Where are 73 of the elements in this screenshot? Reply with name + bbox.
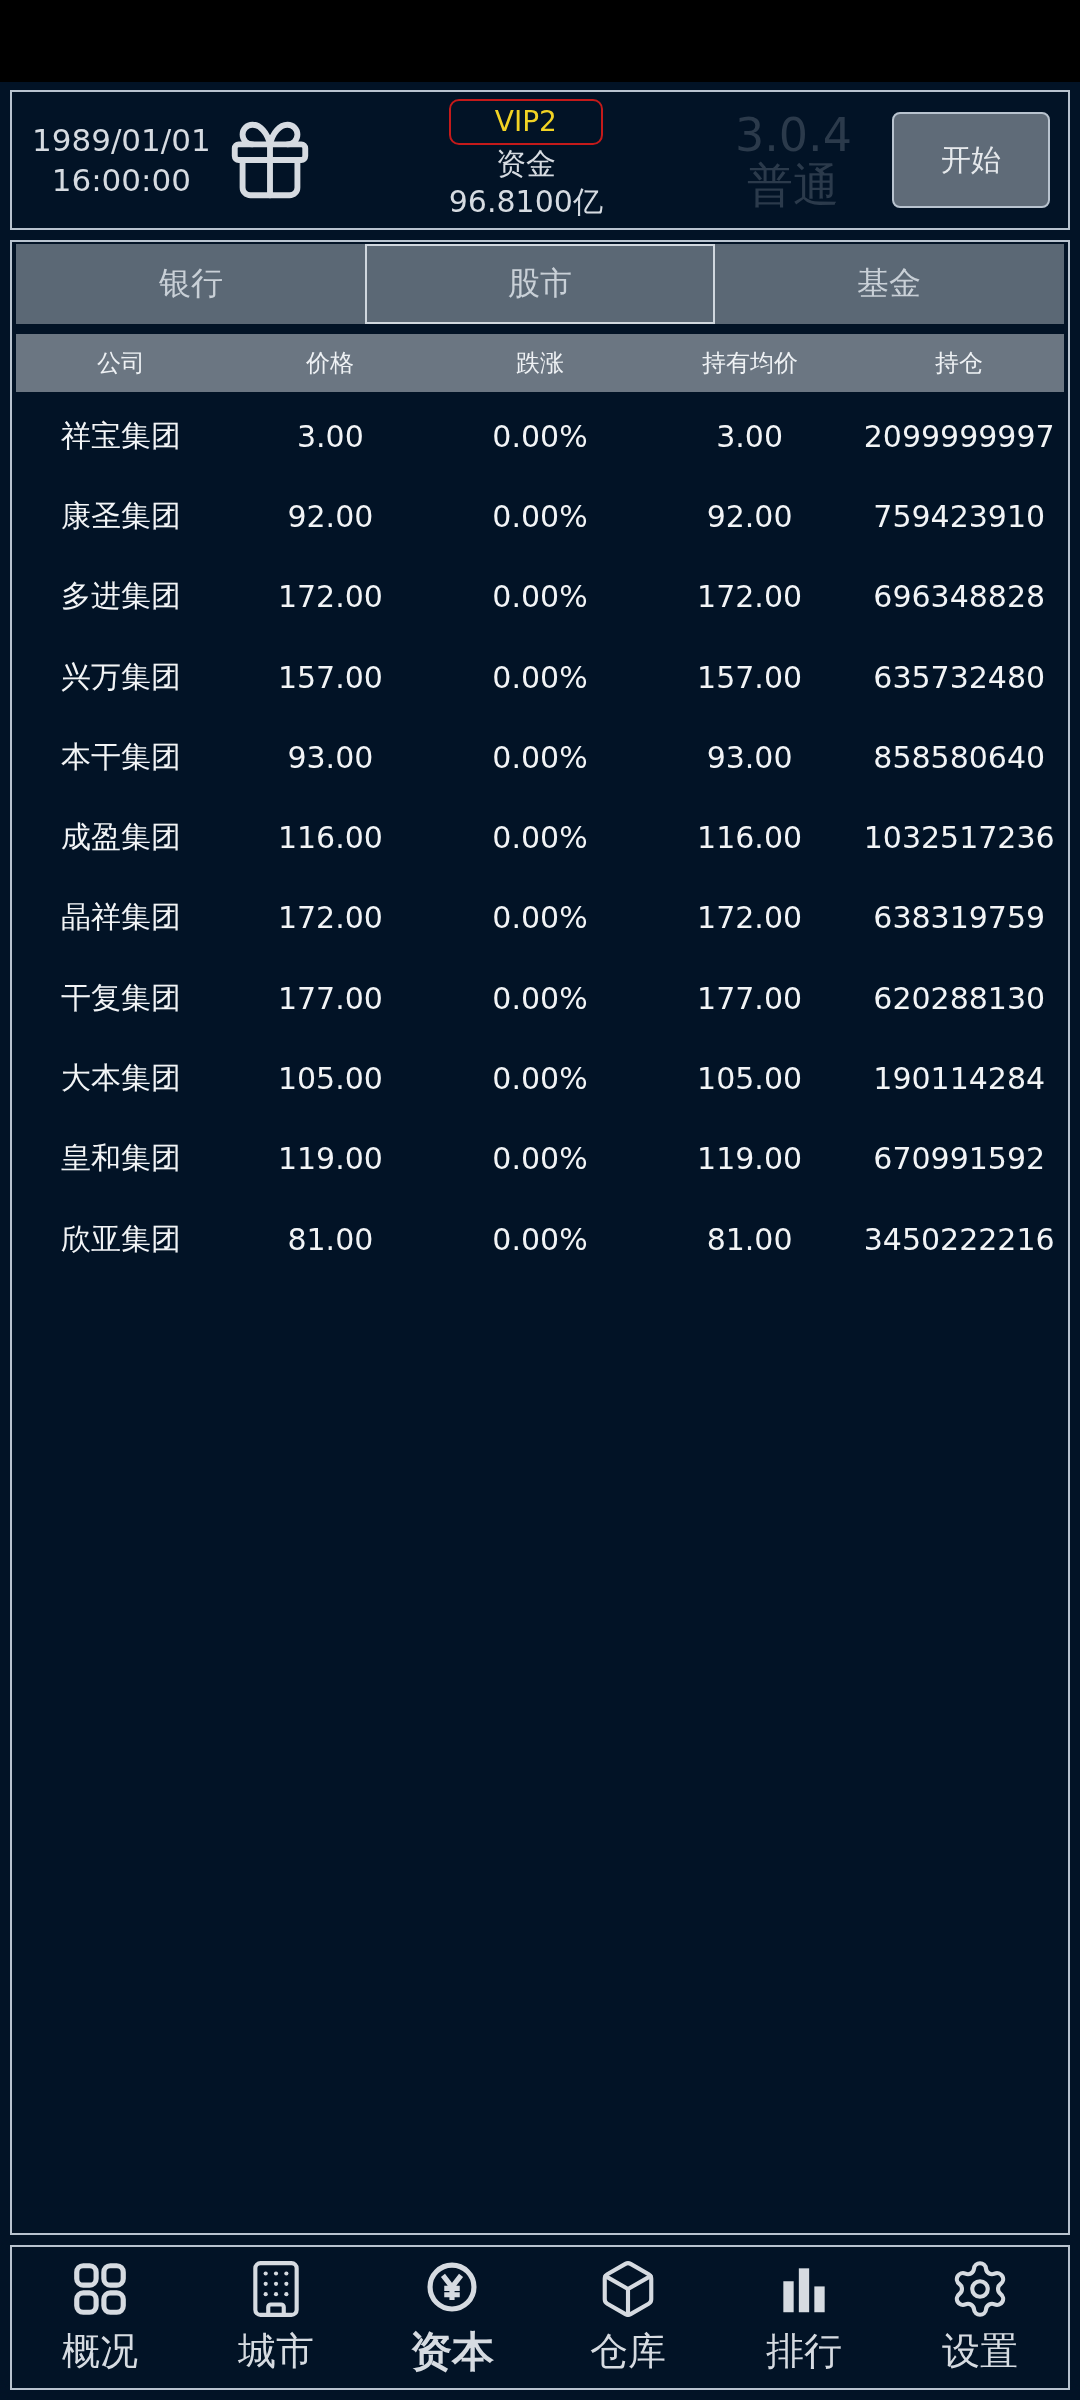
table-cell-text: 0.00% [491, 1141, 589, 1177]
column-header: 价格 [305, 348, 356, 379]
table-cell-text: 116.00 [696, 820, 804, 856]
table-cell-text: 119.00 [696, 1141, 804, 1177]
nav-item[interactable]: 资本 [364, 2247, 540, 2388]
column-header: 持仓 [934, 348, 985, 379]
table-cell-text: 177.00 [276, 980, 384, 1016]
table-cell-text: 858580640 [872, 739, 1047, 775]
table-cell-text: 190114284 [872, 1061, 1047, 1096]
table-cell-text: 本干集团 [59, 737, 182, 776]
table-cell-text: 172.00 [276, 900, 384, 936]
table-cell-text: 0.00% [491, 1221, 589, 1257]
table-cell-text: 638319759 [872, 900, 1047, 936]
table-cell-text: 93.00 [705, 739, 794, 775]
table-cell-text: 172.00 [696, 900, 804, 936]
table-cell-text: 0.00% [491, 900, 589, 936]
table-cell-text: 172.00 [276, 579, 384, 615]
table-cell-text: 祥宝集团 [59, 416, 182, 455]
table-cell-text: 2099999997 [862, 418, 1056, 454]
table-cell-text: 620288130 [872, 980, 1047, 1016]
table-cell-text: 92.00 [286, 498, 375, 534]
start-button[interactable]: 开始 [892, 112, 1050, 208]
vip-badge: VIP2 [448, 99, 603, 145]
table-cell-text: 0.00% [491, 739, 589, 775]
table-cell-text: 3.00 [296, 418, 365, 454]
table-cell-text: 3.00 [715, 418, 784, 454]
column-header: 跌涨 [515, 348, 565, 379]
table-cell-text: 81.00 [286, 1221, 375, 1257]
table-cell-text: 0.00% [491, 820, 589, 856]
table-cell-text: 晶祥集团 [59, 898, 182, 937]
table-cell-text: 172.00 [696, 579, 804, 615]
table-cell-text: 759423910 [872, 498, 1047, 534]
table-cell-text: 157.00 [696, 659, 804, 695]
funds-value: 96.8100亿 [448, 183, 603, 221]
table-cell-text: 欣亚集团 [59, 1219, 182, 1258]
table-cell-text: 康圣集团 [59, 496, 182, 535]
table-cell-text: 0.00% [491, 1061, 589, 1096]
game-time: 16:00:00 [51, 161, 191, 200]
table-cell-text: 696348828 [872, 579, 1047, 615]
table-cell-text: 105.00 [276, 1061, 384, 1096]
column-header: 公司 [95, 348, 146, 379]
table-cell-text: 92.00 [705, 498, 794, 534]
table-cell-text: 大本集团 [59, 1059, 182, 1097]
table-cell-text: 皇和集团 [59, 1139, 182, 1178]
table-cell-text: 多进集团 [59, 577, 182, 616]
nav-item[interactable]: 排行 [716, 2247, 892, 2388]
game-date: 1989/01/01 [32, 121, 211, 160]
table-cell-text: 635732480 [872, 659, 1047, 695]
table-cell-text: 105.00 [696, 1061, 804, 1096]
nav-item[interactable]: 仓库 [540, 2247, 716, 2388]
table-cell-text: 116.00 [276, 820, 384, 856]
table-cell-text: 成盈集团 [59, 818, 182, 857]
table-cell-text: 干复集团 [59, 978, 182, 1017]
table-cell-text: 3450222216 [862, 1221, 1056, 1257]
table-cell-text: 177.00 [696, 980, 804, 1016]
table-cell-text: 157.00 [276, 659, 384, 695]
nav-item[interactable]: 城市 [188, 2247, 364, 2388]
table-cell-text: 0.00% [491, 579, 589, 615]
table-cell-text: 0.00% [491, 659, 589, 695]
column-header: 持有均价 [700, 348, 799, 379]
table-cell-text: 0.00% [491, 498, 589, 534]
table-cell-text: 1032517236 [862, 820, 1056, 856]
table-cell-text: 93.00 [286, 739, 375, 775]
table-cell-text: 兴万集团 [59, 657, 182, 696]
table-cell-text: 81.00 [705, 1221, 794, 1257]
nav-item[interactable]: 设置 [892, 2247, 1068, 2388]
table-cell-text: 0.00% [491, 418, 589, 454]
funds-label: 资金 [495, 145, 556, 183]
market-tab[interactable]: 股市 [365, 244, 715, 324]
table-cell-text: 119.00 [276, 1141, 384, 1177]
nav-item[interactable]: 概况 [12, 2247, 188, 2388]
table-cell-text: 0.00% [491, 980, 589, 1016]
table-cell-text: 670991592 [872, 1141, 1047, 1177]
